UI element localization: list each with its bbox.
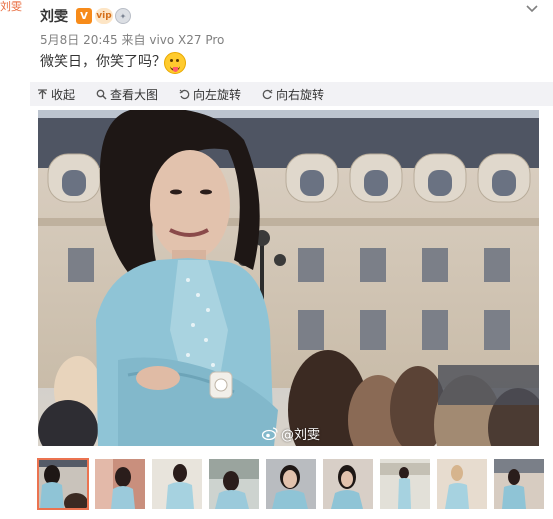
main-photo[interactable] <box>38 110 539 446</box>
smile-tongue-emoji-icon <box>164 52 186 74</box>
rotate-left-label: 向左旋转 <box>193 87 242 102</box>
thumbnail-strip <box>37 458 553 510</box>
avatar[interactable]: 刘雯 <box>0 0 22 22</box>
collapse-label: 收起 <box>51 87 76 102</box>
rotate-left-icon <box>178 88 190 100</box>
medal-badge-icon[interactable]: ✦ <box>115 8 131 24</box>
media-toolbar: 收起 查看大图 向左旋转 向右旋转 <box>30 82 553 106</box>
thumbnail-4[interactable] <box>209 459 259 509</box>
post-source[interactable]: vivo X27 Pro <box>149 33 224 47</box>
rotate-right-label: 向右旋转 <box>276 87 325 102</box>
author-name[interactable]: 刘雯 <box>40 6 68 26</box>
thumbnail-1[interactable] <box>37 458 89 510</box>
vip-badge-icon[interactable]: vip <box>95 8 113 24</box>
verified-badge-icon: V <box>76 8 92 24</box>
search-icon <box>95 88 107 100</box>
thumbnail-2[interactable] <box>95 459 145 509</box>
watermark-text: @刘雯 <box>281 428 321 443</box>
post-text: 微笑日，你笑了吗？ <box>40 54 166 70</box>
chevron-down-icon[interactable] <box>525 2 539 16</box>
thumbnail-7[interactable] <box>380 459 430 509</box>
rotate-left-button[interactable]: 向左旋转 <box>178 86 241 103</box>
thumbnail-5[interactable] <box>266 459 316 509</box>
source-prefix: 来自 <box>121 33 146 47</box>
view-large-button[interactable]: 查看大图 <box>95 86 158 103</box>
thumbnail-3[interactable] <box>152 459 202 509</box>
collapse-button[interactable]: 收起 <box>36 86 75 103</box>
rotate-right-icon <box>261 88 273 100</box>
post-meta: 5月8日 20:45 来自 vivo X27 Pro <box>40 31 224 48</box>
photo-watermark: @刘雯 <box>261 424 321 443</box>
thumbnail-6[interactable] <box>323 459 373 509</box>
view-large-label: 查看大图 <box>110 87 159 102</box>
thumbnail-9[interactable] <box>494 459 544 509</box>
arrow-up-icon <box>36 88 48 100</box>
thumbnail-8[interactable] <box>437 459 487 509</box>
post-date[interactable]: 5月8日 20:45 <box>40 33 118 47</box>
weibo-logo-icon <box>261 427 278 441</box>
rotate-right-button[interactable]: 向右旋转 <box>261 86 324 103</box>
